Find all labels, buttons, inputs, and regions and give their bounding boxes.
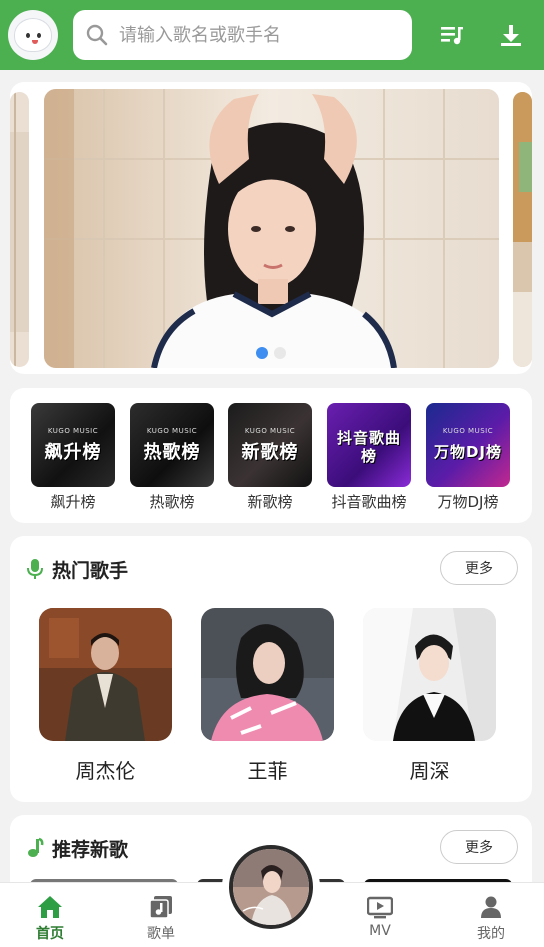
tab-home[interactable]: 首页 bbox=[20, 895, 80, 943]
logo-mouth bbox=[32, 40, 38, 44]
chart-item-douyin[interactable]: 抖音歌曲榜 抖音歌曲榜 bbox=[326, 403, 412, 512]
chart-item-soaring[interactable]: KUGO MUSIC 飙升榜 飙升榜 bbox=[30, 403, 116, 512]
microphone-icon bbox=[27, 559, 43, 579]
search-input[interactable] bbox=[119, 24, 389, 46]
carousel-dot[interactable] bbox=[274, 347, 286, 359]
playlist-album-icon bbox=[149, 896, 172, 919]
section-title: 热门歌手 bbox=[52, 559, 129, 582]
chart-cover: KUGO MUSIC 热歌榜 bbox=[130, 403, 214, 487]
more-singers-button[interactable]: 更多 bbox=[440, 551, 518, 585]
chart-label: 热歌榜 bbox=[149, 493, 195, 511]
chart-cover-title: 抖音歌曲榜 bbox=[336, 429, 401, 465]
section-title: 推荐新歌 bbox=[52, 838, 129, 861]
singer-photo bbox=[39, 608, 172, 741]
person-icon bbox=[481, 896, 501, 918]
playlist-icon[interactable] bbox=[439, 22, 465, 48]
banner-slide[interactable] bbox=[44, 89, 499, 368]
carousel-indicators bbox=[256, 347, 286, 359]
chart-label: 飙升榜 bbox=[50, 493, 96, 511]
chart-cover: KUGO MUSIC 万物DJ榜 bbox=[426, 403, 510, 487]
singer-card[interactable]: 周杰伦 bbox=[39, 608, 172, 784]
chart-label: 新歌榜 bbox=[247, 493, 293, 511]
singer-name: 周深 bbox=[409, 759, 450, 783]
now-playing-cover bbox=[233, 849, 309, 925]
singer-photo bbox=[201, 608, 334, 741]
chart-cover: KUGO MUSIC 新歌榜 bbox=[228, 403, 312, 487]
app-logo[interactable] bbox=[8, 10, 58, 60]
more-songs-button[interactable]: 更多 bbox=[440, 830, 518, 864]
search-bar[interactable] bbox=[73, 10, 412, 60]
tab-label: 首页 bbox=[36, 926, 64, 942]
singer-name: 王菲 bbox=[247, 759, 288, 783]
download-icon[interactable] bbox=[498, 22, 524, 48]
singer-photo bbox=[363, 608, 496, 741]
chart-cover-title: 万物DJ榜 bbox=[433, 442, 503, 461]
music-note-icon bbox=[28, 837, 44, 857]
chart-brand: KUGO MUSIC bbox=[47, 427, 99, 435]
singer-card[interactable]: 周深 bbox=[363, 608, 496, 784]
tv-icon bbox=[367, 896, 393, 919]
singer-name: 周杰伦 bbox=[75, 759, 136, 783]
charts-section: KUGO MUSIC 飙升榜 飙升榜 KUGO MUSIC 热歌榜 热歌榜 KU… bbox=[10, 388, 532, 523]
banner-next-slide[interactable] bbox=[513, 92, 532, 367]
chart-brand: KUGO MUSIC bbox=[244, 427, 296, 435]
chart-cover: 抖音歌曲榜 bbox=[327, 403, 411, 487]
chart-item-new[interactable]: KUGO MUSIC 新歌榜 新歌榜 bbox=[227, 403, 313, 512]
search-icon bbox=[86, 24, 108, 46]
logo-mascot bbox=[14, 18, 52, 52]
banner-photo bbox=[44, 89, 499, 368]
banner-carousel[interactable] bbox=[10, 82, 532, 374]
section-header: 热门歌手 bbox=[26, 556, 128, 582]
tab-label: 歌单 bbox=[147, 926, 175, 942]
tab-label: MV bbox=[369, 923, 391, 939]
tab-mine[interactable]: 我的 bbox=[461, 895, 521, 943]
tab-mv[interactable]: MV bbox=[350, 895, 410, 939]
chart-item-hot[interactable]: KUGO MUSIC 热歌榜 热歌榜 bbox=[129, 403, 215, 512]
hot-singers-section: 热门歌手 更多 周杰伦 王菲 周深 bbox=[10, 536, 532, 802]
home-icon bbox=[38, 896, 62, 918]
chart-item-dj[interactable]: KUGO MUSIC 万物DJ榜 万物DJ榜 bbox=[425, 403, 511, 512]
logo-eye-right bbox=[37, 33, 41, 38]
chart-cover-title: 新歌榜 bbox=[241, 442, 299, 463]
chart-cover-title: 热歌榜 bbox=[143, 442, 201, 463]
tab-label: 我的 bbox=[477, 926, 505, 942]
now-playing-disc[interactable] bbox=[229, 845, 313, 929]
chart-cover-title: 飙升榜 bbox=[44, 442, 102, 463]
top-header bbox=[0, 0, 544, 70]
section-header: 推荐新歌 bbox=[26, 835, 128, 861]
chart-brand: KUGO MUSIC bbox=[442, 427, 494, 435]
banner-prev-slide[interactable] bbox=[10, 92, 29, 367]
chart-label: 万物DJ榜 bbox=[437, 493, 499, 511]
singer-card[interactable]: 王菲 bbox=[201, 608, 334, 784]
tab-playlists[interactable]: 歌单 bbox=[131, 895, 191, 943]
logo-eye-left bbox=[26, 33, 30, 38]
chart-label: 抖音歌曲榜 bbox=[331, 493, 407, 511]
carousel-dot-active[interactable] bbox=[256, 347, 268, 359]
chart-cover: KUGO MUSIC 飙升榜 bbox=[31, 403, 115, 487]
chart-brand: KUGO MUSIC bbox=[146, 427, 198, 435]
